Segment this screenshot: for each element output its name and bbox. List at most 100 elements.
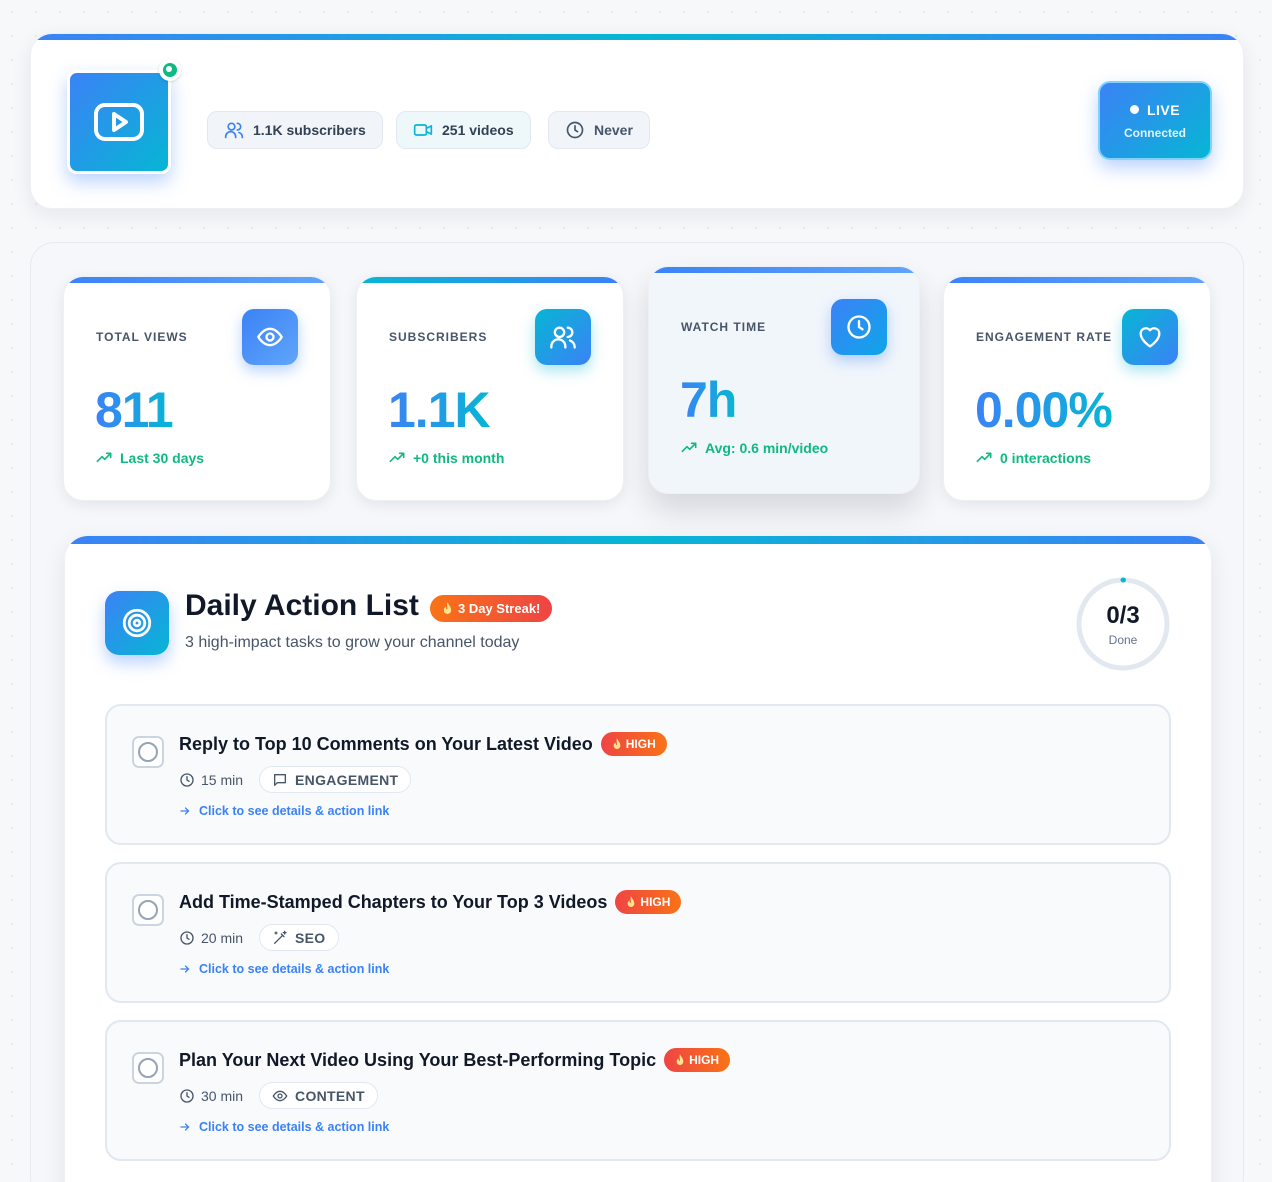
action-list-subtitle: 3 high-impact tasks to grow your channel… [185, 634, 520, 651]
clock-icon [565, 120, 585, 140]
header-accent-bar [31, 34, 1243, 40]
trending-up-icon [389, 450, 405, 466]
task-details-link-text: Click to see details & action link [199, 962, 390, 976]
channel-avatar[interactable] [67, 70, 171, 174]
online-status-dot [159, 59, 181, 81]
stat-label: WATCH TIME [681, 320, 767, 334]
stat-trend-text: +0 this month [413, 450, 505, 466]
task-item[interactable]: Reply to Top 10 Comments on Your Latest … [105, 704, 1171, 845]
task-duration: 15 min [179, 772, 243, 788]
priority-text: HIGH [640, 895, 671, 909]
task-duration: 20 min [179, 930, 243, 946]
youtube-play-icon [93, 102, 145, 142]
stat-trend: Avg: 0.6 min/video [681, 440, 828, 456]
task-category: ENGAGEMENT [259, 766, 412, 793]
arrow-right-icon [179, 805, 191, 817]
task-item[interactable]: Plan Your Next Video Using Your Best-Per… [105, 1020, 1171, 1161]
task-duration-text: 20 min [201, 929, 244, 946]
dashboard-panel: TOTAL VIEWS 811 Last 30 days SUBSCRIBERS… [30, 242, 1244, 1182]
task-details-link[interactable]: Click to see details & action link [179, 962, 389, 976]
priority-text: HIGH [689, 1053, 720, 1067]
fire-icon [612, 738, 622, 750]
live-status-text: Connected [1123, 125, 1186, 140]
task-checkbox[interactable] [132, 1052, 164, 1084]
stat-card-subscribers: SUBSCRIBERS 1.1K +0 this month [356, 276, 624, 501]
task-meta: 20 min SEO [179, 924, 339, 951]
arrow-right-icon [179, 963, 191, 975]
task-duration-text: 30 min [201, 1087, 244, 1104]
stat-value: 1.1K [388, 382, 491, 438]
task-title: Plan Your Next Video Using Your Best-Per… [179, 1049, 657, 1070]
streak-text: 3 Day Streak! [458, 601, 541, 616]
arrow-right-icon [179, 1121, 191, 1133]
heart-icon [1122, 309, 1178, 365]
progress-ring: 0/3 Done [1075, 576, 1171, 672]
task-details-link[interactable]: Click to see details & action link [179, 804, 389, 818]
stat-card-watch-time: WATCH TIME 7h Avg: 0.6 min/video [648, 266, 920, 494]
stat-label: TOTAL VIEWS [96, 330, 188, 344]
stat-trend: Last 30 days [96, 450, 204, 466]
stat-accent-bar [64, 277, 330, 283]
subscribers-chip: 1.1K subscribers [207, 111, 383, 149]
trending-up-icon [976, 450, 992, 466]
videos-chip: 251 videos [396, 111, 531, 149]
task-title-row: Plan Your Next Video Using Your Best-Per… [179, 1048, 731, 1072]
video-camera-icon [413, 120, 433, 140]
task-meta: 15 min ENGAGEMENT [179, 766, 412, 793]
last-sync-value: Never [594, 122, 633, 138]
clock-icon [831, 299, 887, 355]
comment-icon [272, 772, 288, 788]
stat-trend-text: 0 interactions [1000, 450, 1092, 466]
live-row: LIVE [1129, 101, 1181, 118]
stat-value: 7h [680, 372, 737, 428]
task-details-link[interactable]: Click to see details & action link [179, 1120, 389, 1134]
stat-value: 0.00% [975, 382, 1113, 438]
clock-icon [179, 930, 195, 946]
priority-badge: HIGH [615, 890, 682, 914]
task-checkbox[interactable] [132, 736, 164, 768]
stat-accent-bar [649, 267, 919, 273]
task-category-text: ENGAGEMENT [295, 771, 399, 788]
progress-label: Done [1108, 633, 1138, 647]
task-title: Add Time-Stamped Chapters to Your Top 3 … [179, 891, 608, 912]
live-dot [1129, 105, 1139, 114]
live-label: LIVE [1146, 101, 1181, 118]
stat-trend-text: Avg: 0.6 min/video [705, 440, 829, 456]
videos-count: 251 videos [442, 122, 514, 138]
task-title-row: Reply to Top 10 Comments on Your Latest … [179, 732, 667, 756]
magic-wand-icon [272, 930, 288, 946]
priority-badge: HIGH [600, 732, 667, 756]
subscribers-count: 1.1K subscribers [253, 122, 366, 138]
streak-badge: 3 Day Streak! [430, 595, 553, 622]
task-duration: 30 min [179, 1088, 243, 1104]
live-status-badge[interactable]: LIVE Connected [1098, 81, 1212, 160]
stat-label: ENGAGEMENT RATE [976, 330, 1113, 344]
stat-accent-bar [944, 277, 1210, 283]
stat-value: 811 [95, 382, 174, 438]
clock-icon [179, 772, 195, 788]
task-title: Reply to Top 10 Comments on Your Latest … [179, 733, 593, 754]
stat-accent-bar [357, 277, 623, 283]
task-checkbox[interactable] [132, 894, 164, 926]
stat-trend-text: Last 30 days [120, 450, 205, 466]
channel-header: 1.1K subscribers 251 videos Never LIVE C… [30, 33, 1244, 209]
trending-up-icon [96, 450, 112, 466]
action-accent-bar [65, 536, 1211, 544]
progress-count: 0/3 [1106, 602, 1140, 629]
users-icon [535, 309, 591, 365]
task-meta: 30 min CONTENT [179, 1082, 378, 1109]
task-category-text: CONTENT [295, 1087, 365, 1104]
task-details-link-text: Click to see details & action link [199, 1120, 390, 1134]
stat-card-engagement-rate: ENGAGEMENT RATE 0.00% 0 interactions [943, 276, 1211, 501]
fire-icon [442, 602, 453, 615]
clock-icon [179, 1088, 195, 1104]
task-item[interactable]: Add Time-Stamped Chapters to Your Top 3 … [105, 862, 1171, 1003]
priority-badge: HIGH [664, 1048, 731, 1072]
stat-trend: +0 this month [389, 450, 504, 466]
fire-icon [626, 896, 636, 908]
trending-up-icon [681, 440, 697, 456]
task-category: SEO [259, 924, 339, 951]
stat-card-total-views: TOTAL VIEWS 811 Last 30 days [63, 276, 331, 501]
task-details-link-text: Click to see details & action link [199, 804, 390, 818]
task-duration-text: 15 min [201, 771, 244, 788]
